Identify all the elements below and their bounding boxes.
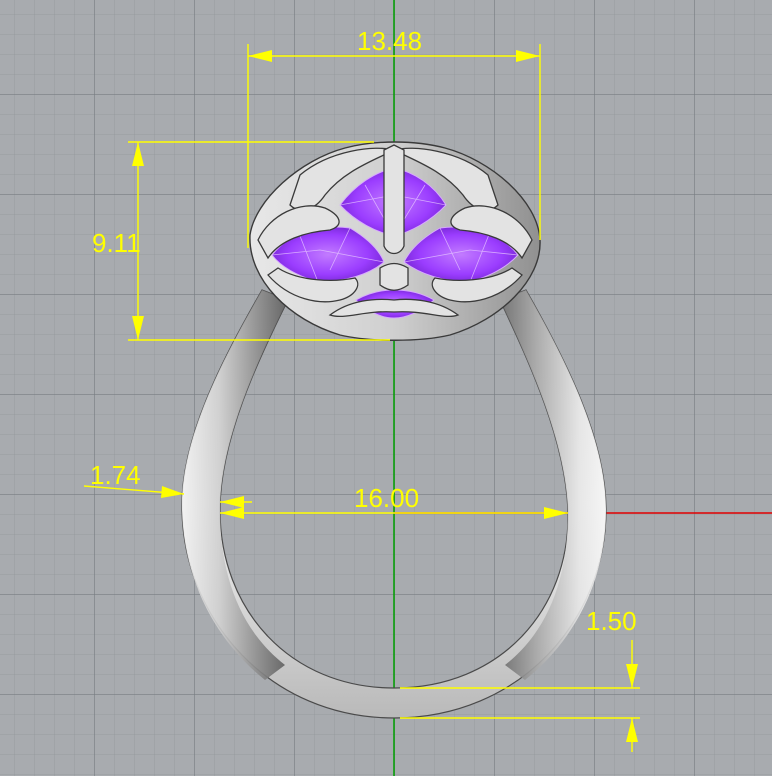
cad-viewport[interactable]: 13.48 9.11 1.74 16.00 1.50 xyxy=(0,0,772,776)
dim-label-band-bottom: 1.50 xyxy=(586,606,637,636)
dim-label-head-height: 9.11 xyxy=(92,228,141,258)
dim-label-inner-diameter: 16.00 xyxy=(354,483,419,513)
dimension-shank-side[interactable]: 1.74 xyxy=(83,460,252,508)
dim-label-shank-side: 1.74 xyxy=(90,460,141,490)
dimension-inner-diameter[interactable]: 16.00 xyxy=(220,483,568,519)
scene-svg: 13.48 9.11 1.74 16.00 1.50 xyxy=(83,0,772,776)
ring-head[interactable] xyxy=(249,141,541,341)
dim-label-top-width: 13.48 xyxy=(357,26,422,56)
